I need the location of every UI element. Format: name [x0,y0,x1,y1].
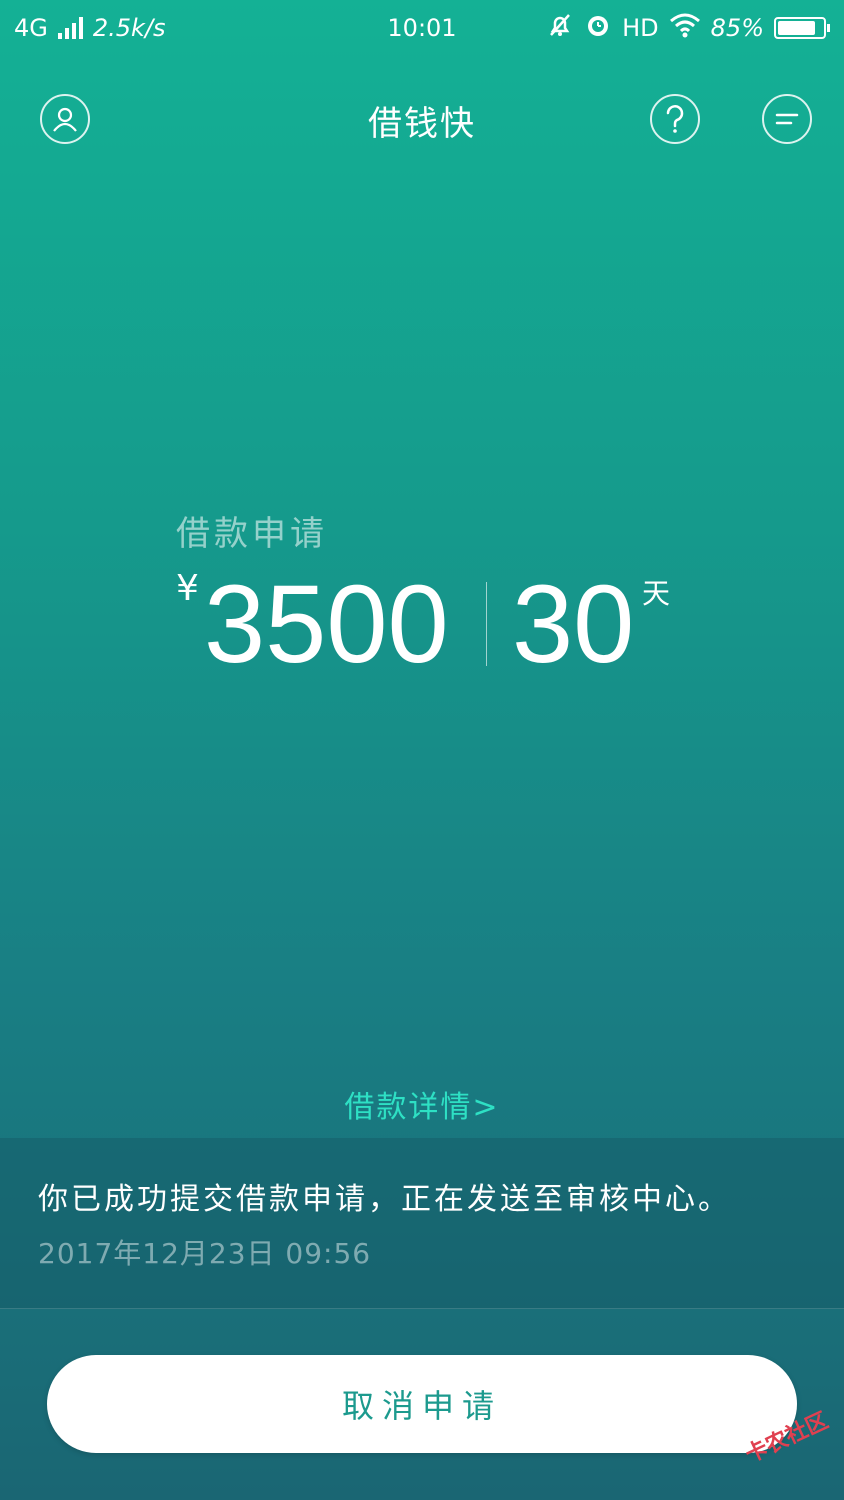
status-bar: 4G 2.5k/s 10:01 HD 85% [0,0,844,56]
loan-application-label: 借款申请 [176,514,328,554]
notice-message: 你已成功提交借款申请，正在发送至审核中心。 [38,1182,731,1217]
cancel-application-button[interactable]: 取消申请 [47,1355,797,1453]
page-title: 借钱快 [368,104,476,144]
nav-bar: 借钱快 [0,92,844,148]
notice-panel: 你已成功提交借款申请，正在发送至审核中心。 2017年12月23日 09:56 [0,1138,844,1309]
network-type: 4G [14,14,48,42]
network-speed: 2.5k/s [92,14,166,42]
days-unit: 天 [642,577,671,610]
message-button[interactable] [762,94,812,144]
question-icon [666,105,684,133]
loan-detail-link[interactable]: 借款详情> [0,1082,844,1126]
loan-amount: 3500 [204,563,449,686]
help-button[interactable] [650,94,700,144]
notice-timestamp: 2017年12月23日 09:56 [38,1237,372,1270]
divider [486,582,487,666]
currency-symbol: ¥ [176,568,199,609]
loan-days: 30 [512,563,635,686]
mute-icon [546,11,574,45]
message-icon [775,113,799,125]
alarm-icon [584,11,612,45]
battery-percent: 85% [710,14,764,42]
wifi-icon [669,12,701,44]
hd-indicator: HD [622,14,659,42]
battery-icon [774,17,830,39]
signal-icon [57,17,83,39]
